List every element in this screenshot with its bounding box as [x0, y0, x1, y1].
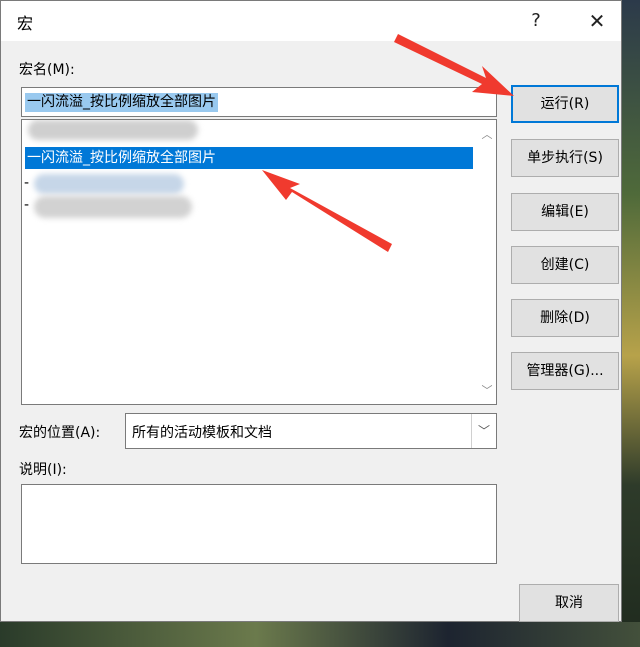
location-select[interactable]: 所有的活动模板和文档 ﹀ — [125, 413, 497, 449]
close-button[interactable]: ✕ — [579, 5, 615, 37]
macro-name-label: 宏名(M): — [19, 62, 75, 78]
list-item-selected[interactable]: 一闪流溢_按比例缩放全部图片 — [25, 147, 473, 169]
location-value: 所有的活动模板和文档 — [132, 425, 272, 441]
scroll-down-icon[interactable]: ﹀ — [477, 382, 496, 400]
list-item-prefix: - — [24, 197, 30, 213]
create-button[interactable]: 创建(C) — [511, 246, 619, 284]
blurred-item — [34, 174, 184, 194]
description-label: 说明(I): — [19, 462, 67, 478]
step-button[interactable]: 单步执行(S) — [511, 139, 619, 177]
blurred-item — [34, 196, 192, 218]
background-photo-bottom — [0, 622, 640, 647]
list-item-prefix: - — [24, 175, 30, 191]
chevron-down-icon[interactable]: ﹀ — [471, 414, 496, 448]
help-button[interactable]: ? — [519, 5, 553, 37]
cancel-button[interactable]: 取消 — [519, 584, 619, 622]
background-photo — [622, 0, 640, 647]
title-bar: 宏 ? ✕ — [1, 1, 621, 41]
location-label: 宏的位置(A): — [19, 425, 101, 441]
delete-button[interactable]: 删除(D) — [511, 299, 619, 337]
macro-dialog: 宏 ? ✕ 宏名(M): 一闪流溢_按比例缩放全部图片 一闪流溢_按比例缩放全部… — [0, 0, 622, 622]
macro-list[interactable]: 一闪流溢_按比例缩放全部图片 - - ︿ ﹀ — [21, 119, 497, 405]
edit-button[interactable]: 编辑(E) — [511, 193, 619, 231]
macro-name-value: 一闪流溢_按比例缩放全部图片 — [25, 93, 218, 112]
macro-name-input[interactable]: 一闪流溢_按比例缩放全部图片 — [21, 87, 497, 117]
scroll-up-icon[interactable]: ︿ — [477, 126, 496, 144]
description-box — [21, 484, 497, 564]
list-scrollbar[interactable]: ︿ ﹀ — [477, 120, 496, 404]
blurred-item — [28, 120, 198, 140]
run-button[interactable]: 运行(R) — [511, 85, 619, 123]
dialog-title: 宏 — [17, 14, 34, 33]
organizer-button[interactable]: 管理器(G)... — [511, 352, 619, 390]
